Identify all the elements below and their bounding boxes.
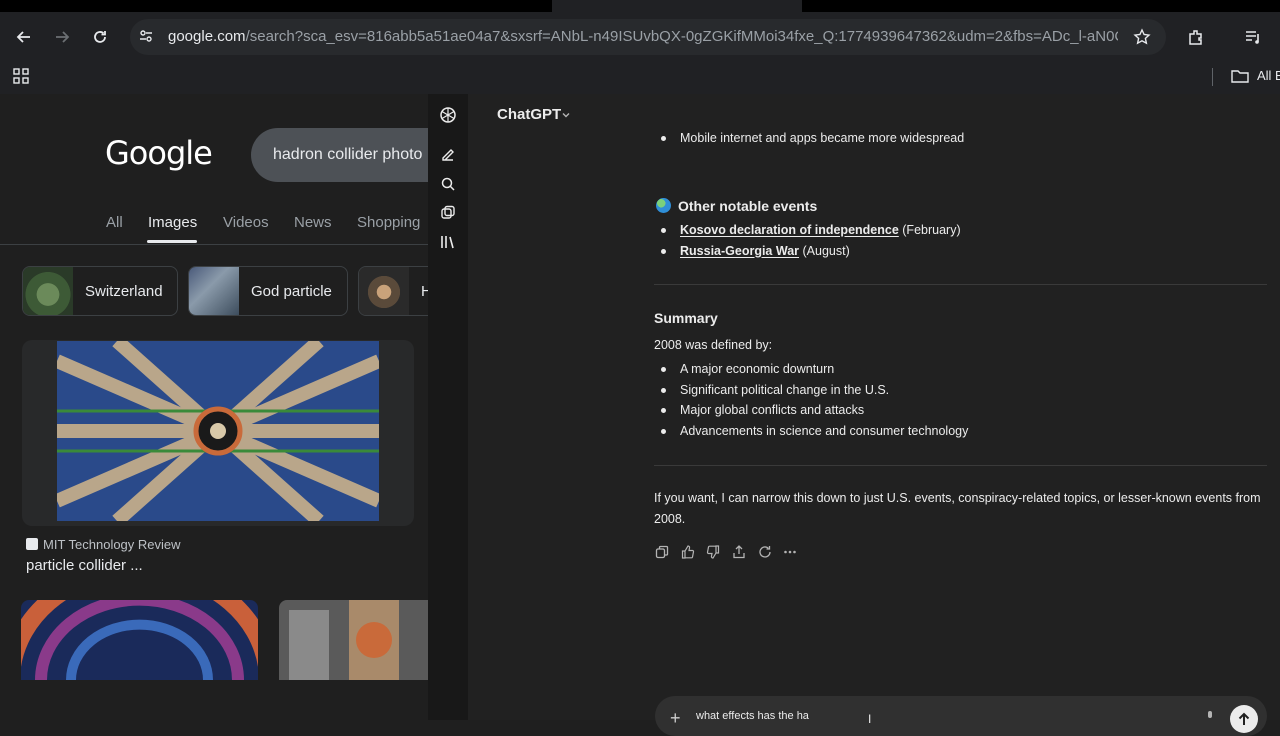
thumbs-down-button[interactable] [705, 544, 721, 560]
site-favicon-icon [26, 538, 38, 550]
closing-paragraph: If you want, I can narrow this down to j… [654, 491, 1261, 526]
bookmarks-bar [0, 62, 1280, 94]
chip-god-particle[interactable]: God particle [188, 266, 348, 316]
url-path: /search?sca_esv=816abb5a51ae04a7&sxsrf=A… [245, 28, 1118, 45]
all-bookmarks-link[interactable]: All B [1257, 68, 1280, 83]
forward-arrow-icon [56, 31, 70, 43]
reload-icon [94, 31, 106, 43]
chip-label: God particle [251, 283, 332, 300]
more-dots-icon [784, 550, 796, 554]
list-item: Advancements in science and consumer tec… [654, 421, 968, 442]
regenerate-icon [759, 546, 771, 558]
images-library-icon[interactable] [438, 203, 458, 223]
chip-label: Switzerland [85, 283, 163, 300]
chip-thumbnail [189, 267, 239, 315]
event-detail: (February) [898, 223, 961, 237]
reload-button[interactable] [84, 21, 116, 53]
list-item: Major global conflicts and attacks [654, 400, 968, 421]
event-link[interactable]: Kosovo declaration of independence [680, 223, 899, 237]
new-chat-icon[interactable] [438, 145, 458, 165]
tab-videos[interactable]: Videos [223, 214, 269, 231]
active-tab-indicator [147, 240, 197, 243]
list-item: A major economic downturn [654, 359, 968, 380]
back-arrow-icon [16, 31, 30, 43]
extensions-icon[interactable] [1187, 28, 1205, 46]
openai-logo-icon[interactable] [438, 105, 458, 125]
share-button[interactable] [731, 544, 747, 560]
collider-image-2[interactable] [21, 600, 258, 680]
copy-icon [655, 545, 669, 559]
chip-switzerland[interactable]: Switzerland [22, 266, 178, 316]
bookmarks-divider [1212, 68, 1213, 86]
tab-news[interactable]: News [294, 214, 332, 231]
list-item: Russia-Georgia War (August) [654, 241, 961, 262]
back-button[interactable] [8, 21, 40, 53]
heading-text: Other notable events [678, 198, 818, 214]
google-logo[interactable]: Google [105, 134, 213, 172]
regenerate-button[interactable] [757, 544, 773, 560]
text-cursor-icon: I [868, 712, 872, 726]
section-divider [654, 465, 1267, 466]
bookmark-star-icon[interactable] [1133, 28, 1151, 46]
send-button[interactable] [1230, 705, 1258, 733]
summary-list: A major economic downturn Significant po… [654, 359, 968, 441]
forward-button[interactable] [46, 21, 78, 53]
chip-thumbnail [23, 267, 73, 315]
result-source[interactable]: MIT Technology Review [26, 537, 181, 552]
list-item: Significant political change in the U.S. [654, 380, 968, 401]
other-events-list: Kosovo declaration of independence (Febr… [654, 220, 961, 261]
collider-image-3[interactable] [279, 600, 428, 680]
chip-h[interactable]: H [358, 266, 428, 316]
section-heading-other-events: Other notable events [656, 198, 817, 214]
chevron-down-icon[interactable] [561, 110, 571, 120]
composer-input[interactable]: what effects has the ha [696, 710, 809, 722]
collider-image[interactable] [57, 341, 379, 521]
result-title[interactable]: particle collider ... [26, 557, 143, 574]
list-item: Mobile internet and apps became more wid… [654, 128, 964, 149]
tab-images[interactable]: Images [148, 214, 197, 231]
reading-list-icon[interactable] [1244, 28, 1262, 46]
tab-shopping[interactable]: Shopping [357, 214, 420, 231]
model-selector[interactable]: ChatGPT [497, 106, 561, 123]
list-item: Kosovo declaration of independence (Febr… [654, 220, 961, 241]
apps-grid-icon[interactable] [13, 68, 29, 84]
summary-intro: 2008 was defined by: [654, 338, 773, 352]
library-icon[interactable] [438, 232, 458, 252]
chip-label: H [421, 283, 428, 300]
more-options-button[interactable] [782, 544, 798, 560]
url-text[interactable]: google.com/search?sca_esv=816abb5a51ae04… [168, 28, 1118, 46]
url-host: google.com [168, 28, 246, 45]
copy-button[interactable] [654, 544, 670, 560]
tabs-divider [0, 244, 428, 245]
attach-plus-icon[interactable]: + [670, 708, 681, 729]
thumbs-up-button[interactable] [680, 544, 696, 560]
search-chats-icon[interactable] [438, 174, 458, 194]
tab-active[interactable] [552, 0, 802, 12]
result-source-label: MIT Technology Review [43, 537, 181, 552]
site-settings-icon[interactable] [138, 28, 154, 44]
tech-bullet-list: Mobile internet and apps became more wid… [654, 128, 964, 149]
tab-inactive-right[interactable] [802, 0, 1280, 12]
folder-icon [1231, 68, 1249, 84]
microphone-icon[interactable] [1204, 710, 1216, 722]
tab-all[interactable]: All [106, 214, 123, 231]
thumbs-up-icon [681, 545, 695, 559]
search-query[interactable]: hadron collider photo [273, 146, 422, 164]
chip-thumbnail [359, 267, 409, 315]
event-detail: (August) [799, 243, 850, 258]
section-divider [654, 284, 1267, 285]
google-images-page: Google hadron collider photo All Images … [0, 94, 428, 680]
thumbs-down-icon [706, 545, 720, 559]
tab-inactive-left[interactable] [0, 0, 552, 12]
section-heading-summary: Summary [654, 310, 718, 326]
share-icon [733, 545, 745, 559]
arrow-up-icon [1238, 712, 1250, 725]
event-link[interactable]: Russia-Georgia War [680, 244, 799, 258]
globe-emoji-icon [656, 198, 671, 213]
